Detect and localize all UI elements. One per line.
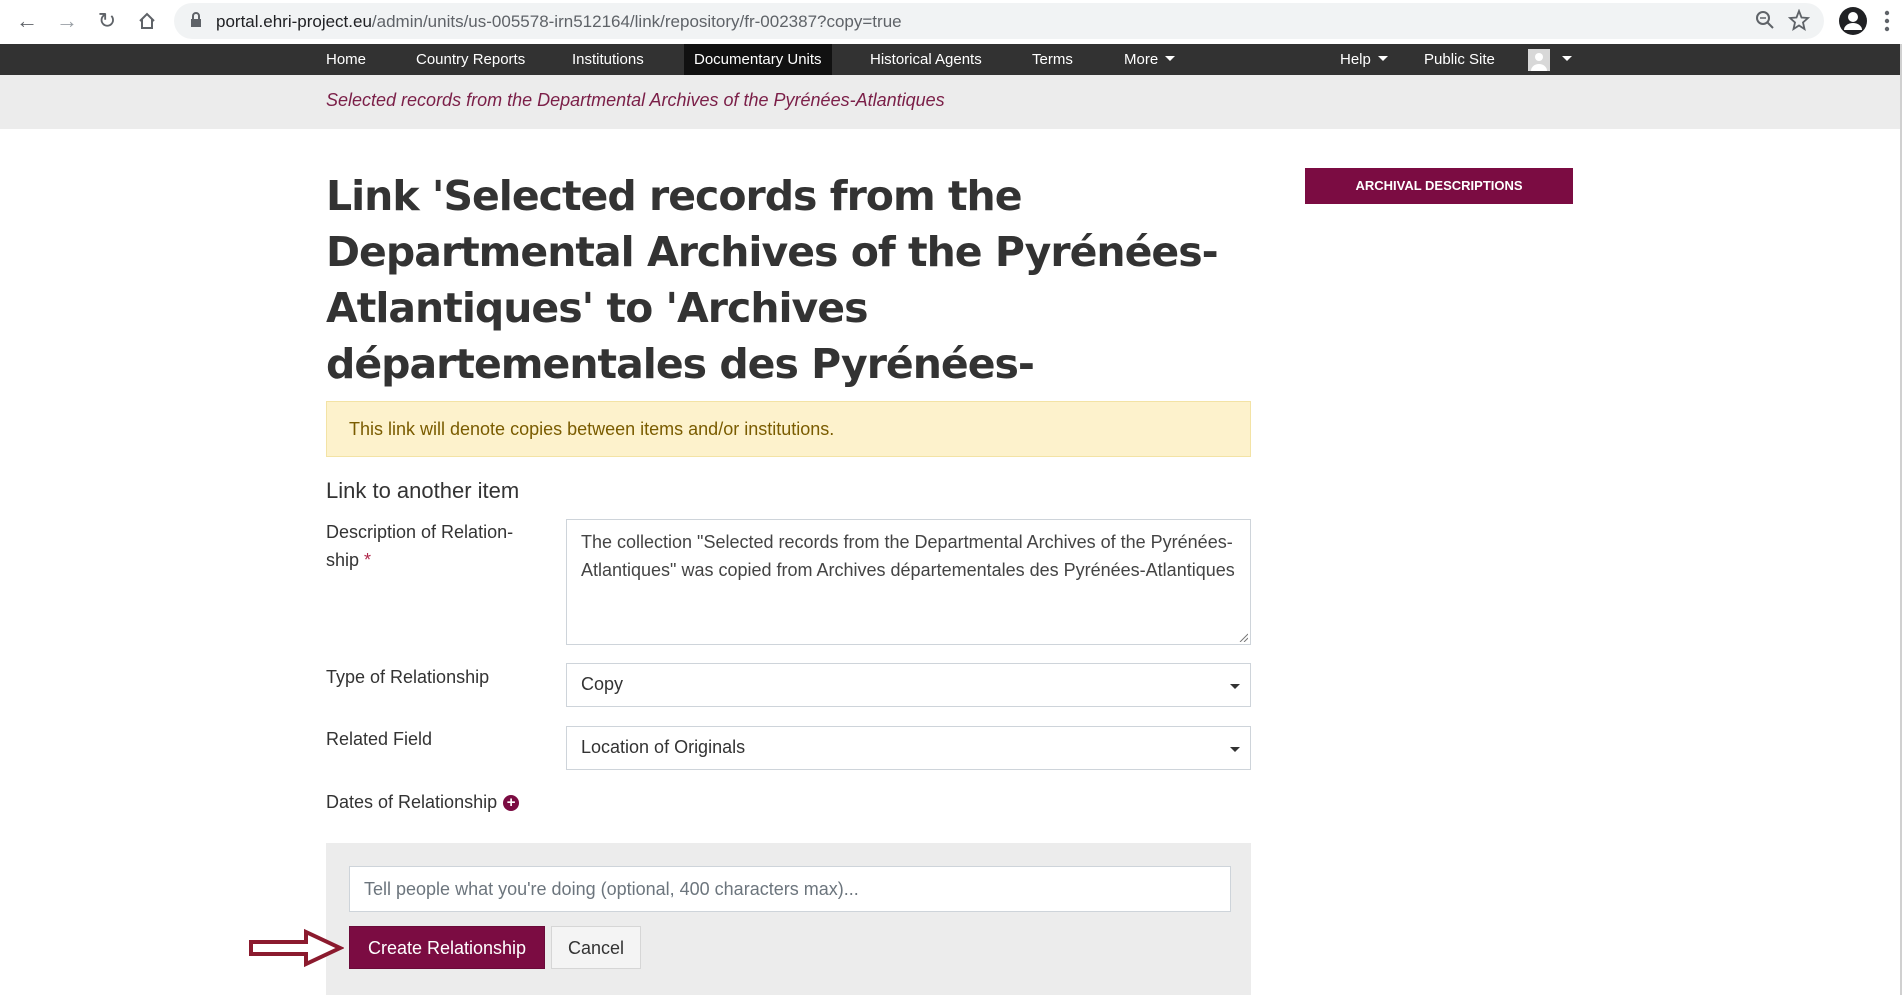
create-relationship-button[interactable]: Create Relationship xyxy=(349,926,545,969)
nav-historical-agents[interactable]: Historical Agents xyxy=(860,44,992,75)
address-bar[interactable]: portal.ehri-project.eu/admin/units/us-00… xyxy=(174,3,1824,39)
type-label: Type of Relationship xyxy=(326,667,490,687)
field-label: Related Field xyxy=(326,729,433,749)
type-select[interactable]: Copy xyxy=(566,663,1251,707)
lock-icon xyxy=(190,12,202,33)
user-avatar[interactable] xyxy=(1528,49,1550,71)
menu-kebab-icon[interactable] xyxy=(1882,8,1892,34)
nav-terms[interactable]: Terms xyxy=(1022,44,1083,75)
info-alert: This link will denote copies between ite… xyxy=(326,401,1251,457)
nav-documentary-units[interactable]: Documentary Units xyxy=(684,44,832,75)
required-asterisk: * xyxy=(364,550,372,570)
dates-label: Dates of Relationship + xyxy=(326,788,520,816)
nav-help[interactable]: Help xyxy=(1330,44,1398,75)
alert-text: This link will denote copies between ite… xyxy=(349,419,835,439)
description-label: Description of Relation-ship * xyxy=(326,518,536,574)
nav-more[interactable]: More xyxy=(1114,44,1185,75)
description-label-text: Description of Relation-ship xyxy=(326,522,514,570)
nav-more-label: More xyxy=(1124,51,1159,68)
star-icon[interactable] xyxy=(1787,8,1811,36)
section-title: Link to another item xyxy=(326,478,520,503)
chevron-down-icon[interactable] xyxy=(1562,56,1572,61)
nav-home[interactable]: Home xyxy=(316,44,376,75)
field-select[interactable]: Location of Originals xyxy=(566,726,1251,770)
resize-grip-icon[interactable] xyxy=(1238,632,1248,642)
home-icon[interactable] xyxy=(132,6,162,36)
url-text: portal.ehri-project.eu/admin/units/us-00… xyxy=(216,12,902,31)
nav-country-reports[interactable]: Country Reports xyxy=(406,44,535,75)
forward-arrow-icon[interactable]: → xyxy=(52,6,82,36)
dates-label-text: Dates of Relationship xyxy=(326,792,498,812)
breadcrumb-item[interactable]: Selected records from the Departmental A… xyxy=(326,90,945,111)
nav-institutions[interactable]: Institutions xyxy=(562,44,654,75)
plus-circle-icon[interactable]: + xyxy=(503,795,520,811)
log-message-placeholder: Tell people what you're doing (optional,… xyxy=(364,879,859,899)
zoom-icon[interactable] xyxy=(1754,9,1776,36)
main-navbar: Home Country Reports Institutions Docume… xyxy=(0,44,1900,75)
cancel-button[interactable]: Cancel xyxy=(551,926,641,969)
nav-public-site[interactable]: Public Site xyxy=(1414,44,1505,75)
field-select-value: Location of Originals xyxy=(581,737,746,757)
back-arrow-icon[interactable]: ← xyxy=(12,6,42,36)
chevron-down-icon xyxy=(1230,684,1240,689)
description-textarea[interactable]: The collection "Selected records from th… xyxy=(566,519,1251,645)
archival-descriptions-button[interactable]: ARCHIVAL DESCRIPTIONS xyxy=(1305,168,1573,204)
nav-help-label: Help xyxy=(1340,51,1371,68)
chevron-down-icon xyxy=(1230,747,1240,752)
chevron-down-icon xyxy=(1377,56,1388,61)
callout-arrow-icon xyxy=(249,928,344,968)
log-message-input[interactable]: Tell people what you're doing (optional,… xyxy=(349,866,1231,912)
profile-icon[interactable] xyxy=(1838,6,1868,36)
type-select-value: Copy xyxy=(581,674,624,694)
chevron-down-icon xyxy=(1165,56,1176,61)
description-value: The collection "Selected records from th… xyxy=(581,532,1235,580)
browser-toolbar: ← → ↻ portal.ehri-project.eu/admin/units… xyxy=(0,0,1902,44)
breadcrumb: Selected records from the Departmental A… xyxy=(0,75,1900,129)
reload-icon[interactable]: ↻ xyxy=(92,6,122,36)
